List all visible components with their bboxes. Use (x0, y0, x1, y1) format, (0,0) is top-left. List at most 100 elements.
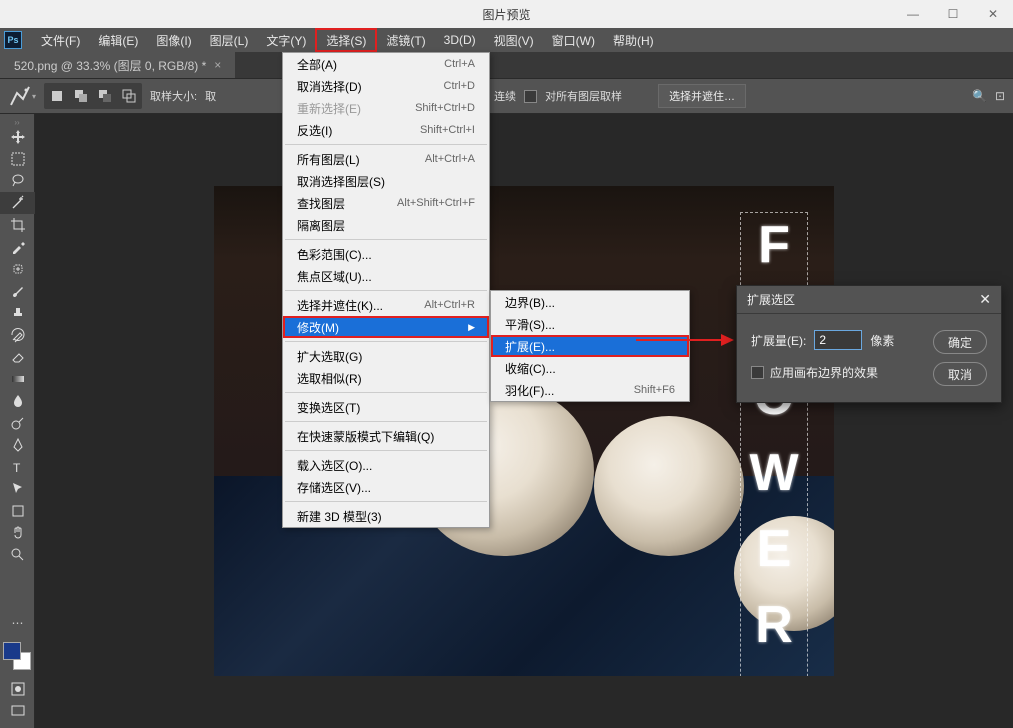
tab-label: 520.png @ 33.3% (图层 0, RGB/8) * (14, 57, 206, 74)
select-menu-item[interactable]: 焦点区域(U)... (283, 265, 489, 287)
select-menu-item[interactable]: 全部(A)Ctrl+A (283, 53, 489, 75)
marquee-tool[interactable] (0, 148, 35, 170)
select-menu-dropdown: 全部(A)Ctrl+A取消选择(D)Ctrl+D重新选择(E)Shift+Ctr… (282, 52, 490, 528)
zoom-tool[interactable] (0, 544, 35, 566)
canvas-bounds-label: 应用画布边界的效果 (770, 364, 878, 381)
toolbox-handle[interactable]: ›› (0, 118, 34, 126)
modify-menu-item[interactable]: 羽化(F)...Shift+F6 (491, 379, 689, 401)
eyedropper-tool[interactable] (0, 236, 35, 258)
menu-layer[interactable]: 图层(L) (201, 28, 258, 52)
select-menu-item[interactable]: 选取相似(R) (283, 367, 489, 389)
select-menu-item[interactable]: 重新选择(E)Shift+Ctrl+D (283, 97, 489, 119)
shape-tool[interactable] (0, 500, 35, 522)
annotation-arrow (636, 330, 736, 350)
maximize-button[interactable]: ☐ (933, 0, 973, 28)
color-swatches[interactable] (3, 642, 31, 670)
ok-button[interactable]: 确定 (933, 330, 987, 354)
menubar: Ps 文件(F) 编辑(E) 图像(I) 图层(L) 文字(Y) 选择(S) 滤… (0, 28, 1013, 52)
select-menu-item[interactable]: 取消选择图层(S) (283, 170, 489, 192)
select-menu-item[interactable]: 隔离图层 (283, 214, 489, 236)
crop-tool[interactable] (0, 214, 35, 236)
menu-help[interactable]: 帮助(H) (604, 28, 663, 52)
selection-mode-group (44, 83, 142, 109)
quick-mask-toggle[interactable] (0, 678, 35, 700)
search-icon[interactable]: 🔍 (972, 89, 987, 103)
sample-size-label: 取样大小: (150, 88, 197, 104)
close-button[interactable]: ✕ (973, 0, 1013, 28)
lasso-tool[interactable] (0, 170, 35, 192)
stamp-tool[interactable] (0, 302, 35, 324)
blur-tool[interactable] (0, 390, 35, 412)
history-brush-tool[interactable] (0, 324, 35, 346)
brush-tool[interactable] (0, 280, 35, 302)
select-menu-item[interactable]: 查找图层Alt+Shift+Ctrl+F (283, 192, 489, 214)
canvas-area[interactable]: FLOWERS (35, 114, 1013, 728)
all-layers-checkbox[interactable] (524, 90, 537, 103)
select-menu-item[interactable]: 取消选择(D)Ctrl+D (283, 75, 489, 97)
screen-mode[interactable] (0, 700, 35, 722)
select-menu-item[interactable]: 存储选区(V)... (283, 476, 489, 498)
svg-text:T: T (13, 461, 21, 475)
ps-logo: Ps (4, 31, 22, 49)
select-menu-item[interactable]: 反选(I)Shift+Ctrl+I (283, 119, 489, 141)
document-tab[interactable]: 520.png @ 33.3% (图层 0, RGB/8) * × (0, 52, 235, 78)
minimize-button[interactable]: — (893, 0, 933, 28)
menu-image[interactable]: 图像(I) (147, 28, 200, 52)
pen-tool[interactable] (0, 434, 35, 456)
modify-menu-item[interactable]: 边界(B)... (491, 291, 689, 313)
modify-menu-item[interactable]: 收缩(C)... (491, 357, 689, 379)
contiguous-label: 连续 (494, 88, 516, 104)
selection-intersect[interactable] (118, 85, 140, 107)
selection-add[interactable] (70, 85, 92, 107)
menu-type[interactable]: 文字(Y) (257, 28, 315, 52)
foreground-color[interactable] (3, 642, 21, 660)
selection-subtract[interactable] (94, 85, 116, 107)
move-tool[interactable] (0, 126, 35, 148)
selection-new[interactable] (46, 85, 68, 107)
healing-tool[interactable] (0, 258, 35, 280)
workspace: ›› T ⋯ (0, 114, 1013, 728)
edit-toolbar[interactable]: ⋯ (0, 612, 35, 634)
select-menu-item[interactable]: 扩大选取(G) (283, 345, 489, 367)
select-menu-item[interactable]: 所有图层(L)Alt+Ctrl+A (283, 148, 489, 170)
expand-selection-dialog: 扩展选区 ✕ 扩展量(E): 像素 应用画布边界的效果 确定 取消 (736, 285, 1002, 403)
dodge-tool[interactable] (0, 412, 35, 434)
preview-titlebar: 图片预览 — ☐ ✕ (0, 0, 1013, 28)
dialog-titlebar[interactable]: 扩展选区 ✕ (737, 286, 1001, 314)
current-tool-icon[interactable]: ▾ (8, 85, 36, 107)
select-menu-item[interactable]: 选择并遮住(K)...Alt+Ctrl+R (283, 294, 489, 316)
menu-edit[interactable]: 编辑(E) (89, 28, 147, 52)
menu-3d[interactable]: 3D(D) (435, 28, 485, 52)
expand-amount-label: 扩展量(E): (751, 332, 806, 349)
window-controls: — ☐ ✕ (893, 0, 1013, 28)
sample-size-value[interactable]: 取 (205, 88, 216, 104)
workspace-menu-icon[interactable]: ⊡ (995, 89, 1005, 103)
menu-select[interactable]: 选择(S) (315, 28, 377, 52)
preview-title: 图片预览 (482, 6, 530, 23)
eraser-tool[interactable] (0, 346, 35, 368)
menu-filter[interactable]: 滤镜(T) (377, 28, 434, 52)
expand-amount-input[interactable] (814, 330, 862, 350)
select-menu-item[interactable]: 变换选区(T) (283, 396, 489, 418)
toolbox: ›› T ⋯ (0, 114, 35, 728)
select-menu-item[interactable]: 色彩范围(C)... (283, 243, 489, 265)
options-bar: ▾ 取样大小: 取 除锯齿 连续 对所有图层取样 选择并遮住… 🔍 ⊡ (0, 78, 1013, 114)
select-menu-item[interactable]: 修改(M)▶ (283, 316, 489, 338)
cancel-button[interactable]: 取消 (933, 362, 987, 386)
select-menu-item[interactable]: 新建 3D 模型(3) (283, 505, 489, 527)
select-and-mask-button[interactable]: 选择并遮住… (658, 84, 746, 108)
tab-close-icon[interactable]: × (214, 58, 221, 72)
canvas-bounds-checkbox[interactable] (751, 366, 764, 379)
magic-wand-tool[interactable] (0, 192, 35, 214)
hand-tool[interactable] (0, 522, 35, 544)
gradient-tool[interactable] (0, 368, 35, 390)
select-menu-item[interactable]: 载入选区(O)... (283, 454, 489, 476)
dialog-close-icon[interactable]: ✕ (979, 291, 991, 308)
all-layers-label: 对所有图层取样 (545, 88, 622, 104)
menu-window[interactable]: 窗口(W) (543, 28, 604, 52)
select-menu-item[interactable]: 在快速蒙版模式下编辑(Q) (283, 425, 489, 447)
menu-file[interactable]: 文件(F) (32, 28, 89, 52)
type-tool[interactable]: T (0, 456, 35, 478)
path-select-tool[interactable] (0, 478, 35, 500)
menu-view[interactable]: 视图(V) (485, 28, 543, 52)
